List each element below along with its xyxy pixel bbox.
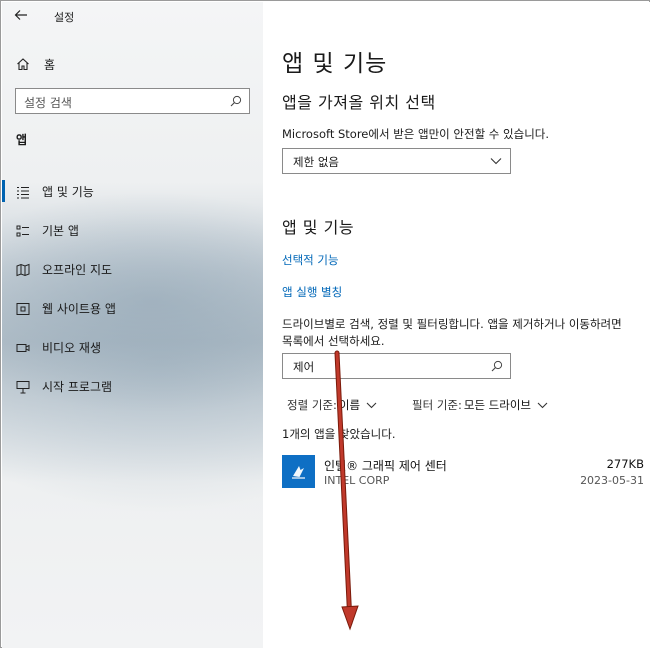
sidebar-item-apps-for-websites[interactable]: 웹 사이트용 앱: [2, 289, 263, 328]
chevron-down-icon: [490, 158, 502, 165]
section-title-apps: 앱: [16, 133, 28, 147]
sidebar-nav: 앱 및 기능 기본 앱 오프라인 지도 웹 사이트용 앱 비디오 재생 시작 프…: [2, 172, 263, 406]
startup-icon: [16, 380, 30, 393]
filter-label: 필터 기준:: [412, 398, 462, 412]
install-source-heading: 앱을 가져올 위치 선택: [282, 93, 436, 112]
sidebar-item-label: 앱 및 기능: [42, 185, 94, 199]
app-tile: [282, 455, 315, 488]
app-search-input[interactable]: 제어: [282, 353, 511, 379]
filter-help-text: 드라이브별로 검색, 정렬 및 필터링합니다. 앱을 제거하거나 이동하려면 목…: [282, 316, 650, 350]
app-name: 인텔® 그래픽 제어 센터: [324, 459, 447, 473]
sort-dropdown[interactable]: 정렬 기준: 이름: [287, 397, 377, 413]
app-search-value: 제어: [293, 360, 315, 374]
app-aliases-link[interactable]: 앱 실행 별칭: [282, 284, 342, 300]
back-button[interactable]: [14, 8, 32, 26]
back-arrow-icon: [14, 10, 27, 20]
sidebar-item-video-playback[interactable]: 비디오 재생: [2, 328, 263, 367]
sidebar-item-startup[interactable]: 시작 프로그램: [2, 367, 263, 406]
help-text-line2: 목록에서 선택하세요.: [282, 334, 385, 348]
filter-value: 모든 드라이브: [463, 398, 531, 412]
home-label: 홈: [44, 57, 56, 72]
settings-search-input[interactable]: 설정 검색: [15, 88, 250, 114]
install-source-description: Microsoft Store에서 받은 앱만이 안전할 수 있습니다.: [282, 127, 550, 141]
sidebar-item-offline-maps[interactable]: 오프라인 지도: [2, 250, 263, 289]
main-content: 앱 및 기능 앱을 가져올 위치 선택 Microsoft Store에서 받은…: [263, 2, 650, 648]
help-text-line1: 드라이브별로 검색, 정렬 및 필터링합니다. 앱을 제거하거나 이동하려면: [282, 317, 622, 331]
chevron-down-icon: [537, 402, 548, 408]
page-title: 앱 및 기능: [282, 51, 388, 77]
optional-features-link[interactable]: 선택적 기능: [282, 252, 339, 268]
chevron-down-icon: [366, 402, 377, 408]
video-playback-icon: [16, 343, 30, 352]
intel-graphics-icon: [292, 466, 305, 479]
app-size: 277KB: [606, 457, 644, 471]
search-placeholder: 설정 검색: [24, 96, 72, 110]
default-apps-icon: [16, 225, 29, 236]
home-icon: [17, 58, 29, 71]
search-icon[interactable]: [230, 95, 242, 107]
apps-features-icon: [17, 186, 29, 199]
search-icon[interactable]: [491, 360, 503, 372]
app-publisher: INTEL CORP: [324, 474, 390, 487]
dropdown-value: 제한 없음: [293, 155, 339, 169]
settings-window: 설정 홈 설정 검색 앱 앱 및 기능 기본 앱 오프라인 지도 웹 사이트용 …: [0, 0, 650, 648]
apps-features-heading: 앱 및 기능: [282, 218, 355, 237]
sidebar-item-label: 시작 프로그램: [42, 380, 113, 394]
app-list-item[interactable]: 인텔® 그래픽 제어 센터 INTEL CORP 277KB 2023-05-3…: [282, 454, 648, 494]
sidebar-item-label: 오프라인 지도: [42, 263, 113, 277]
sidebar-item-label: 기본 앱: [42, 224, 79, 238]
sort-value: 이름: [338, 398, 361, 412]
sidebar: 설정 홈 설정 검색 앱 앱 및 기능 기본 앱 오프라인 지도 웹 사이트용 …: [2, 2, 263, 648]
sidebar-item-apps-features[interactable]: 앱 및 기능: [2, 172, 263, 211]
install-source-dropdown[interactable]: 제한 없음: [282, 148, 511, 174]
sidebar-item-label: 웹 사이트용 앱: [42, 302, 116, 316]
sidebar-item-label: 비디오 재생: [42, 341, 102, 355]
app-install-date: 2023-05-31: [580, 474, 644, 487]
sidebar-item-home[interactable]: 홈: [16, 54, 55, 74]
results-count: 1개의 앱을 찾았습니다.: [282, 427, 396, 441]
sort-label: 정렬 기준:: [287, 398, 337, 412]
offline-maps-icon: [16, 263, 30, 276]
window-title: 설정: [54, 11, 75, 24]
apps-for-websites-icon: [16, 302, 30, 315]
sidebar-item-default-apps[interactable]: 기본 앱: [2, 211, 263, 250]
filter-dropdown[interactable]: 필터 기준: 모든 드라이브: [412, 397, 548, 413]
title-bar: 설정: [2, 2, 263, 32]
